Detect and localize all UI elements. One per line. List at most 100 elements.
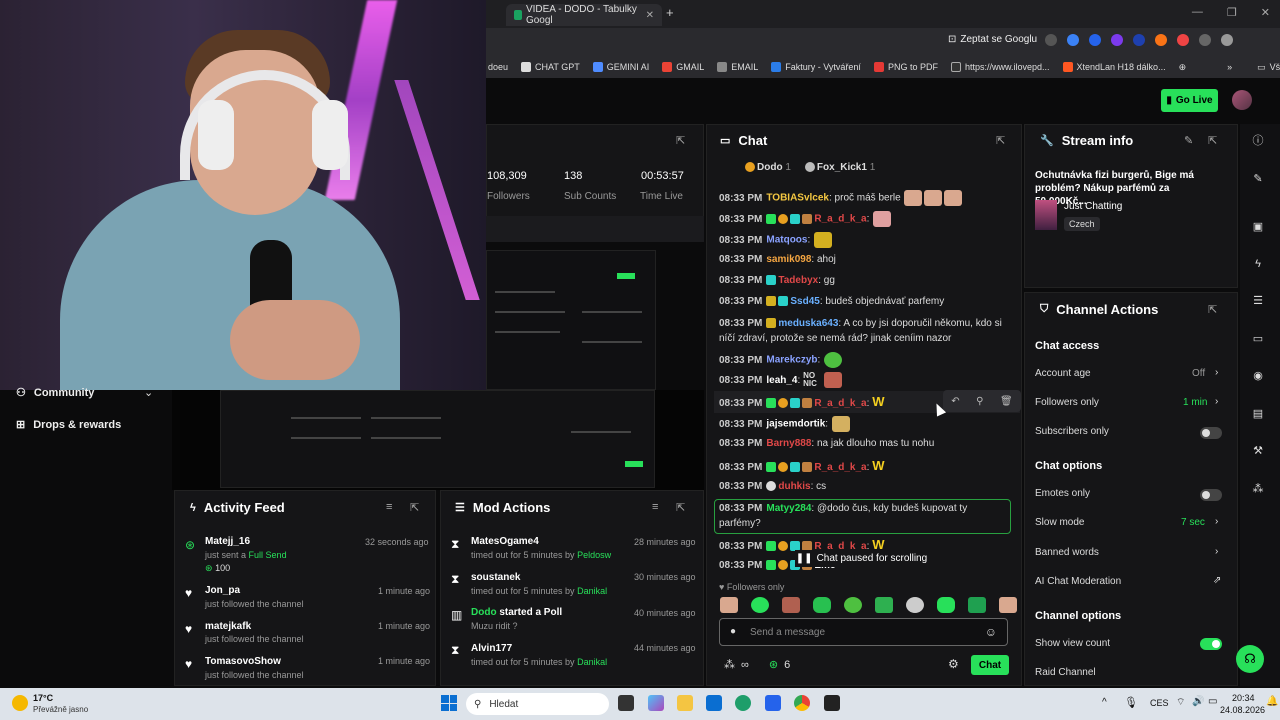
chat-message[interactable]: 08:33 PM R_a_d_k_a: (719, 211, 1019, 227)
weather-desc[interactable]: Převážně jasno (33, 705, 88, 714)
pinned-user[interactable]: Fox_Kick1 1 (804, 162, 875, 173)
emote-button[interactable] (844, 597, 862, 613)
emotes-only-toggle[interactable] (1200, 489, 1222, 501)
followers-only-value[interactable]: 1 min (1183, 397, 1207, 408)
new-tab-icon[interactable]: + (666, 5, 674, 20)
reply-icon[interactable]: ↶ (951, 396, 959, 407)
account-age-value[interactable]: Off (1192, 368, 1205, 379)
delete-icon[interactable]: 🗑 (1000, 396, 1013, 407)
feed-user[interactable]: matejkafk (205, 621, 251, 632)
info-icon[interactable]: ⓘ (1250, 132, 1266, 148)
chat-message[interactable]: 08:33 PM Matqoos: (719, 232, 1019, 248)
clock-time[interactable]: 20:34 (1232, 693, 1255, 703)
mod-user[interactable]: MatesOgame4 (471, 536, 539, 547)
chevron-down-icon[interactable]: ⌄ (144, 386, 153, 399)
chat-user[interactable]: jajsemdortik (766, 419, 825, 430)
clock-date[interactable]: 24.08.2026 (1220, 705, 1265, 715)
chevron-right-icon[interactable]: › (1215, 546, 1218, 557)
minimize-icon[interactable]: — (1192, 6, 1203, 19)
server-icon[interactable]: ▤ (1250, 405, 1266, 421)
chevron-right-icon[interactable]: › (1215, 367, 1218, 378)
translate-icon[interactable] (1045, 34, 1057, 46)
settings-icon[interactable]: ⚙ (948, 657, 959, 671)
followers-only-label[interactable]: Followers only (1035, 397, 1099, 408)
ai-moderation-label[interactable]: AI Chat Moderation (1035, 576, 1121, 587)
emote-button[interactable] (782, 597, 800, 613)
pin-icon[interactable]: ⚲ (976, 396, 983, 407)
emote-button[interactable] (720, 597, 738, 613)
chat-paused-banner[interactable]: ❚❚ Chat paused for scrolling (795, 550, 928, 567)
popout-icon[interactable]: ⇱ (676, 134, 685, 147)
globe-icon[interactable]: ⊕ (1179, 62, 1187, 73)
emoji-icon[interactable]: ☺ (985, 625, 997, 639)
chat-user[interactable]: samik098 (766, 254, 811, 265)
popout-icon[interactable]: ⇱ (1208, 303, 1217, 316)
bookmark-item[interactable]: https://www.ilovepd... (950, 62, 1050, 72)
pencil-icon[interactable]: ✎ (1250, 170, 1266, 186)
chat-input[interactable]: ● Send a message ☺ (719, 618, 1008, 646)
extension-icon[interactable] (1089, 34, 1101, 46)
nav-community[interactable]: ⚇ Community (16, 386, 94, 400)
feed-user[interactable]: TomasovoShow (205, 656, 281, 667)
notification-icon[interactable]: 🔔 (1266, 696, 1278, 707)
copilot-icon[interactable] (648, 695, 664, 711)
emote-button[interactable] (968, 597, 986, 613)
mod-by[interactable]: Peldosw (577, 550, 611, 560)
chat-message[interactable]: 08:33 PM TOBIASvlcek: proč máš berle (719, 190, 1019, 206)
volume-icon[interactable]: 🔊 (1192, 696, 1204, 707)
emote-button[interactable] (875, 597, 893, 613)
bookmark-item[interactable]: EMAIL (717, 62, 758, 72)
avatar[interactable] (1232, 90, 1252, 110)
app-icon[interactable] (824, 695, 840, 711)
stream-category[interactable]: Just Chatting (1064, 201, 1122, 212)
mod-by[interactable]: Danikal (577, 657, 607, 667)
stream-tag[interactable]: Czech (1064, 217, 1100, 231)
popout-icon[interactable]: ⇱ (996, 134, 1005, 147)
window-close-icon[interactable]: ✕ (1261, 6, 1270, 19)
emote-button[interactable] (813, 597, 831, 613)
users-icon[interactable]: ⁂ (1250, 480, 1266, 496)
tray-chevron-icon[interactable]: ^ (1102, 697, 1107, 708)
slow-mode-label[interactable]: Slow mode (1035, 517, 1084, 528)
chat-user[interactable]: Matyy284 (766, 503, 811, 514)
chat-user[interactable]: Barny888 (766, 438, 811, 449)
bookmark-item[interactable]: doeu (488, 62, 508, 72)
emote-button[interactable] (937, 597, 955, 613)
popout-icon[interactable]: ⇱ (1208, 134, 1217, 147)
outlook-icon[interactable] (706, 695, 722, 711)
user-badge-icon[interactable]: ● (730, 626, 736, 637)
bookmark-item[interactable]: CHAT GPT (521, 62, 580, 72)
edit-icon[interactable]: ✎ (1184, 134, 1193, 147)
extension-icon[interactable] (1111, 34, 1123, 46)
profile-icon[interactable] (1221, 34, 1233, 46)
chevron-right-icon[interactable]: › (1215, 516, 1218, 527)
maximize-icon[interactable]: ❐ (1227, 6, 1237, 19)
mod-user[interactable]: soustanek (471, 572, 520, 583)
chat-message[interactable]: 08:33 PM jajsemdortik: (719, 416, 1019, 432)
chat-user[interactable]: meduska643 (778, 318, 838, 329)
extension-icon[interactable] (1155, 34, 1167, 46)
chat-message[interactable]: 08:33 PM duhkis: cs (719, 480, 1019, 494)
points-icon[interactable]: ⊛ (769, 658, 778, 671)
chat-user[interactable]: Ssd45 (790, 296, 819, 307)
chat-user[interactable]: TOBIASvlcek (766, 193, 829, 204)
support-headset-icon[interactable]: ☊ (1236, 645, 1264, 673)
external-link-icon[interactable]: ⇗ (1213, 575, 1221, 586)
emote-button[interactable] (751, 597, 769, 613)
chat-user[interactable]: R_a_d_k_a (814, 214, 866, 225)
chevron-right-icon[interactable]: › (1215, 396, 1218, 407)
edge-icon[interactable] (735, 695, 751, 711)
emote-button[interactable] (906, 597, 924, 613)
chrome-icon[interactable] (794, 695, 810, 711)
send-chat-button[interactable]: Chat (971, 655, 1009, 675)
bookmarks-more[interactable]: » (1227, 62, 1232, 72)
weather-icon[interactable] (12, 695, 28, 711)
emote-button[interactable] (999, 597, 1017, 613)
browser-tab-active[interactable]: VIDEA - DODO - Tabulky Googl ✕ (506, 4, 662, 26)
chat-user[interactable]: R_a_d_k_a (814, 398, 866, 409)
explorer-icon[interactable] (677, 695, 693, 711)
feed-user[interactable]: Matejj_16 (205, 536, 250, 547)
chat-message[interactable]: 08:33 PM Barny888: na jak dlouho mas tu n… (719, 437, 1019, 451)
bookmark-item[interactable]: XtendLan H18 dálko... (1062, 62, 1166, 72)
chat-message[interactable]: 08:33 PM leah_4: NO NIC (719, 372, 1019, 392)
